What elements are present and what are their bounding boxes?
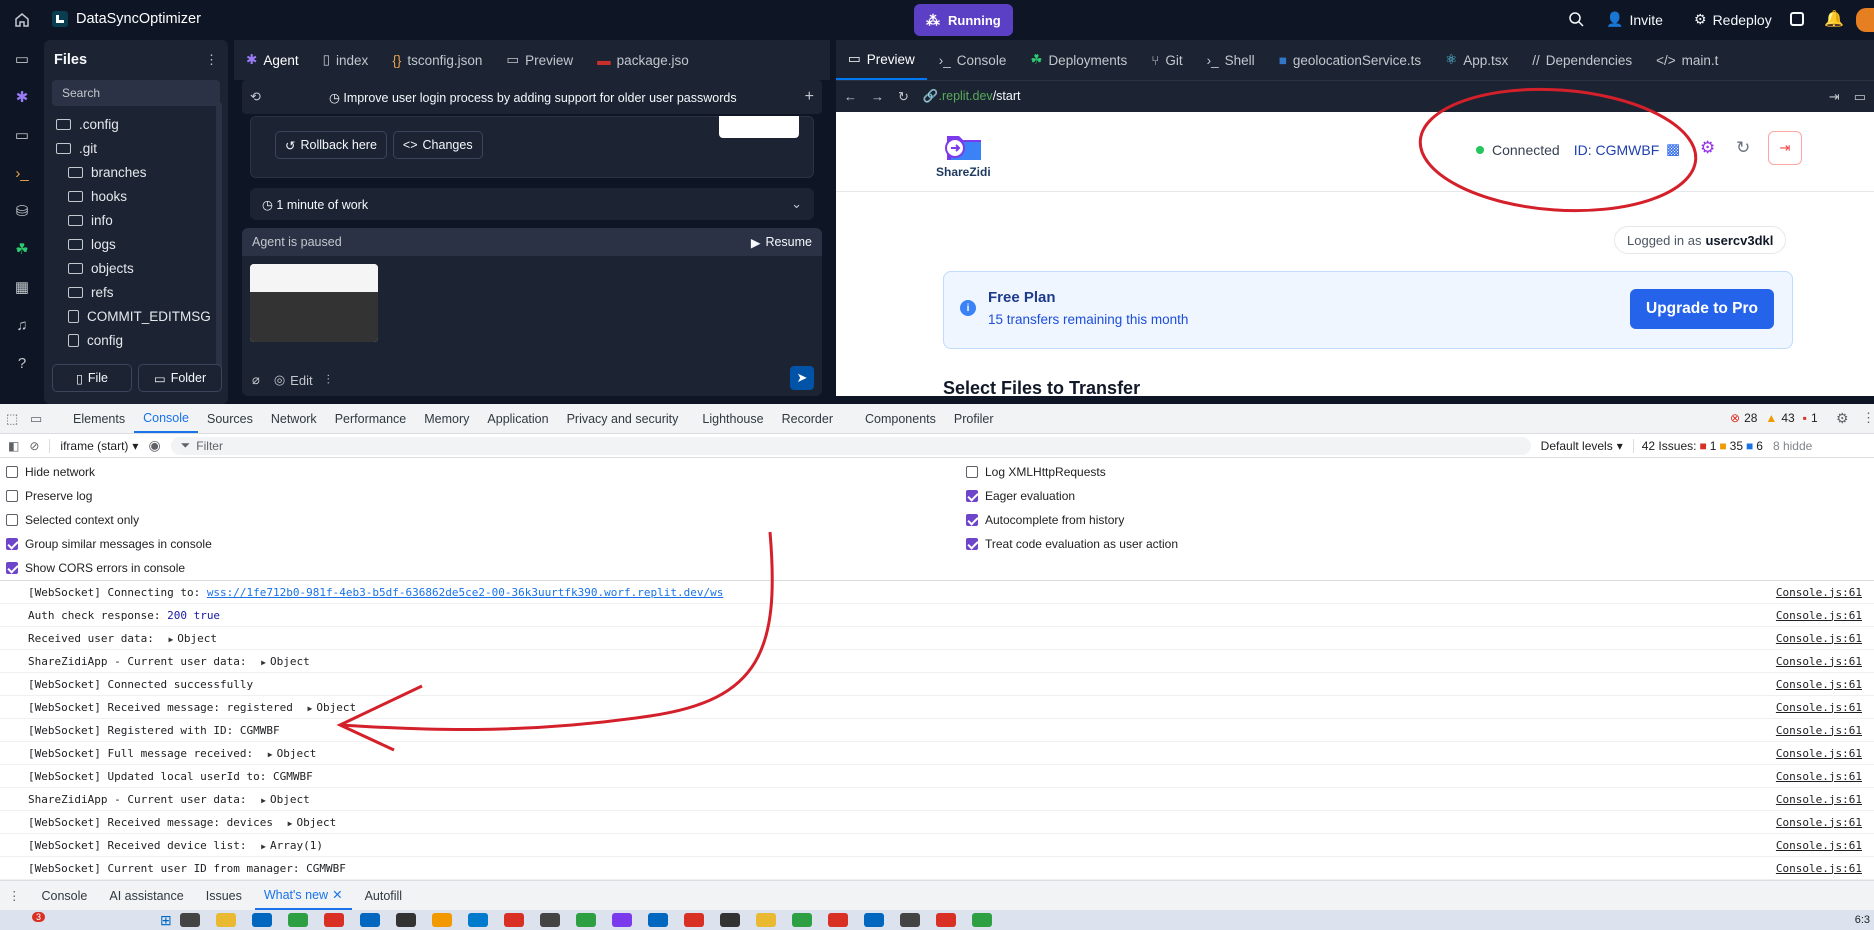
taskbar-app-icon[interactable] xyxy=(683,913,704,927)
red-annotation-overlay xyxy=(336,87,1698,752)
taskbar-app-icon[interactable] xyxy=(611,913,632,927)
taskbar-app-icon[interactable] xyxy=(755,913,776,927)
taskbar-app-icon[interactable] xyxy=(647,913,668,927)
taskbar-app-icon[interactable] xyxy=(431,913,452,927)
taskbar-widget[interactable]: 3 xyxy=(0,910,46,930)
taskbar-app-icon[interactable] xyxy=(215,913,236,927)
annotation-circle xyxy=(1418,87,1698,213)
windows-start-icon[interactable]: ⊞ xyxy=(160,912,172,929)
taskbar-app-icon[interactable] xyxy=(251,913,272,927)
taskbar-app-icon[interactable] xyxy=(863,913,884,927)
annotation-arrow-line xyxy=(339,531,774,732)
taskbar-clock: 6:3 xyxy=(1854,914,1870,926)
notification-badge: 3 xyxy=(32,912,46,922)
taskbar-app-icon[interactable] xyxy=(791,913,812,927)
taskbar-app-icon[interactable] xyxy=(359,913,380,927)
taskbar-app-icon[interactable] xyxy=(395,913,416,927)
taskbar-app-icon[interactable] xyxy=(467,913,488,927)
taskbar-app-icon[interactable] xyxy=(539,913,560,927)
taskbar-app-icon[interactable] xyxy=(827,913,848,927)
taskbar-app-icon[interactable] xyxy=(287,913,308,927)
taskbar-app-icon[interactable] xyxy=(971,913,992,927)
taskbar-app-icon[interactable] xyxy=(575,913,596,927)
taskbar-app-icon[interactable] xyxy=(719,913,740,927)
os-taskbar: 3 ⊞ 6:3 xyxy=(0,910,1874,930)
taskbar-app-icon[interactable] xyxy=(503,913,524,927)
taskbar-app-icon[interactable] xyxy=(179,913,200,927)
taskbar-app-icon[interactable] xyxy=(899,913,920,927)
annotation-arrow-head xyxy=(336,684,423,752)
taskbar-app-icon[interactable] xyxy=(935,913,956,927)
taskbar-app-icon[interactable] xyxy=(323,913,344,927)
